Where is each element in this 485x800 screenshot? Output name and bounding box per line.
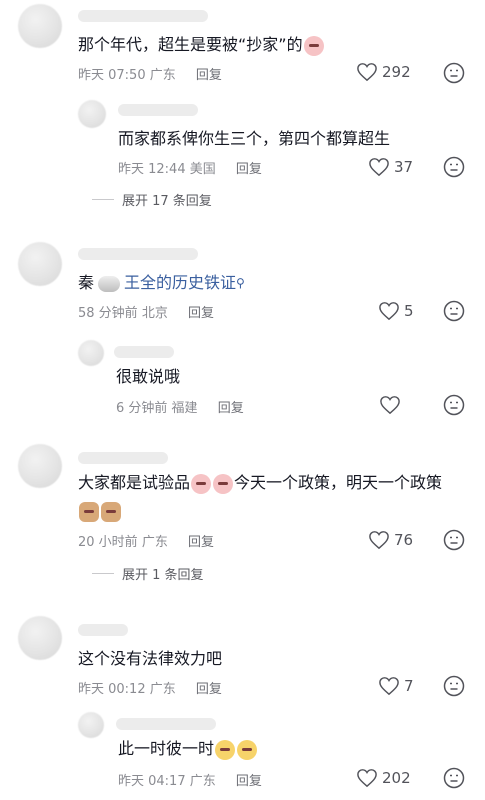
hashtag-icon [98, 275, 121, 292]
comment-text: 这个没有法律效力吧 [78, 649, 223, 668]
like-button[interactable]: 202 [356, 768, 411, 788]
comment-meta: 20 小时前 广东 回复 [78, 535, 214, 550]
dislike-face-icon[interactable] [443, 767, 465, 789]
comment-text: 大家都是试验品 今天一个政策，明天一个政策 [78, 473, 443, 494]
comment-item: 大家都是试验品 今天一个政策，明天一个政策 20 小时前 广东 回复 76 展开 … [0, 440, 485, 600]
heart-icon [369, 531, 389, 550]
dislike-face-icon[interactable] [443, 300, 465, 322]
peach-face-emoji [237, 739, 258, 760]
heart-icon [379, 302, 399, 321]
dislike-face-icon[interactable] [443, 156, 465, 178]
like-button[interactable]: 292 [356, 62, 411, 82]
comment-text: 那个年代，超生是要被“抄家”的 [78, 34, 325, 56]
heart-icon [379, 677, 399, 696]
dislike-face-icon[interactable] [443, 529, 465, 551]
reply-button[interactable]: 回复 [236, 774, 262, 789]
crying-face-emoji [303, 35, 324, 56]
comment-meta: 昨天 00:12 广东 回复 [78, 682, 222, 697]
comment-text-emoji-line [78, 500, 122, 522]
reply-meta: 昨天 04:17 广东 回复 [118, 774, 262, 789]
heart-icon [369, 158, 389, 177]
username[interactable] [114, 346, 174, 358]
like-button[interactable]: 5 [378, 301, 414, 321]
username[interactable] [78, 10, 208, 22]
comment-meta: 昨天 07:50 广东 回复 [78, 68, 222, 83]
avatar[interactable] [18, 242, 62, 286]
dislike-face-icon[interactable] [443, 62, 465, 84]
username[interactable] [118, 104, 198, 116]
like-button[interactable]: 76 [368, 530, 413, 550]
comment-item: 这个没有法律效力吧 昨天 00:12 广东 回复 7 此一时彼一时 昨天 04:… [0, 612, 485, 800]
username[interactable] [116, 718, 216, 730]
cat-emoji [79, 501, 99, 522]
search-link[interactable]: 王全的历史铁证 [124, 273, 236, 292]
comment-text: 秦王全的历史铁证⚲ [78, 273, 245, 292]
avatar[interactable] [18, 4, 62, 48]
search-icon: ⚲ [236, 276, 245, 290]
username[interactable] [78, 452, 168, 464]
dislike-face-icon[interactable] [443, 394, 465, 416]
reply-button[interactable]: 回复 [188, 535, 214, 550]
reply-text: 很敢说哦 [116, 367, 181, 386]
reply-meta: 昨天 12:44 美国 回复 [118, 162, 262, 177]
cat-emoji [101, 501, 121, 522]
crying-face-emoji [213, 473, 234, 494]
reply-meta: 6 分钟前 福建 回复 [116, 401, 244, 416]
crying-face-emoji [191, 473, 212, 494]
reply-button[interactable]: 回复 [218, 401, 244, 416]
dislike-face-icon[interactable] [443, 675, 465, 697]
comment-item: 那个年代，超生是要被“抄家”的 昨天 07:50 广东 回复 292 而家都系俾… [0, 0, 485, 240]
divider [92, 199, 114, 200]
like-button[interactable]: 7 [378, 676, 414, 696]
reply-button[interactable]: 回复 [188, 306, 214, 321]
avatar[interactable] [78, 340, 104, 366]
heart-icon [357, 63, 377, 82]
avatar[interactable] [78, 712, 104, 738]
like-button[interactable] [379, 395, 401, 415]
expand-replies-button[interactable]: 展开 17 条回复 [92, 190, 212, 209]
reply-text: 而家都系俾你生三个，第四个都算超生 [118, 129, 391, 148]
peach-face-emoji [215, 739, 236, 760]
reply-text: 此一时彼一时 [118, 738, 258, 760]
username[interactable] [78, 248, 198, 260]
reply-button[interactable]: 回复 [196, 68, 222, 83]
avatar[interactable] [18, 444, 62, 488]
heart-icon [357, 769, 377, 788]
like-button[interactable]: 37 [368, 157, 413, 177]
reply-button[interactable]: 回复 [236, 162, 262, 177]
username[interactable] [78, 624, 128, 636]
avatar[interactable] [18, 616, 62, 660]
divider [92, 573, 114, 574]
avatar[interactable] [78, 100, 106, 128]
comment-item: 秦王全的历史铁证⚲ 58 分钟前 北京 回复 5 很敢说哦 6 分钟前 福建 回… [0, 240, 485, 430]
heart-icon [380, 396, 400, 415]
reply-button[interactable]: 回复 [196, 682, 222, 697]
expand-replies-button[interactable]: 展开 1 条回复 [92, 564, 204, 583]
comment-meta: 58 分钟前 北京 回复 [78, 306, 214, 321]
